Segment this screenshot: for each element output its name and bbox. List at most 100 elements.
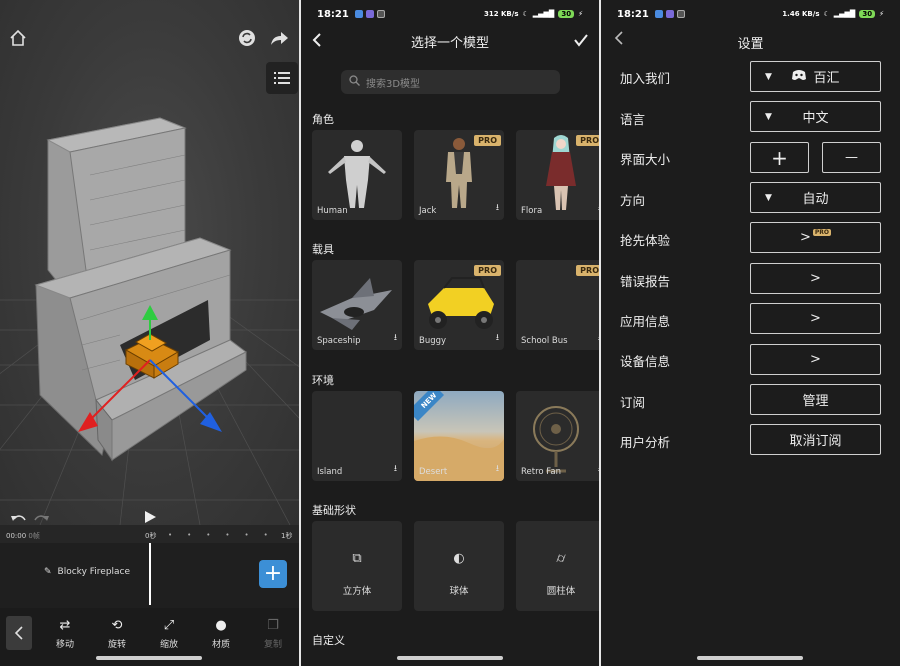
tool-scale[interactable]: ⤢ 缩放 bbox=[147, 618, 191, 650]
download-icon[interactable]: ⭳ bbox=[496, 330, 499, 346]
pro-badge: PRO bbox=[812, 229, 832, 236]
track-label: Blocky Fireplace bbox=[57, 567, 131, 577]
timeline-ticks: •••••• bbox=[168, 531, 283, 539]
status-right: 1.46 KB/s ☾ ▂▄▆█ 30 ⚡ bbox=[782, 10, 884, 18]
model-card-human[interactable]: Human bbox=[312, 130, 402, 220]
status-bar: 18:21 312 KB/s ☾ ▂▄▆█ 30 ⚡ bbox=[301, 0, 599, 28]
tool-move[interactable]: ⇄ 移动 bbox=[43, 618, 87, 650]
net-speed: 312 KB/s bbox=[483, 10, 519, 18]
tool-material[interactable]: ● 材质 bbox=[199, 618, 243, 650]
add-keyframe-button[interactable]: + bbox=[259, 560, 287, 588]
pro-badge: PRO bbox=[576, 135, 599, 146]
page-title: 设置 bbox=[737, 37, 764, 52]
dropdown-arrow-icon: ▼ bbox=[765, 192, 772, 203]
download-icon[interactable]: ⭳ bbox=[496, 461, 499, 477]
charging-icon: ⚡ bbox=[879, 10, 884, 18]
charging-icon: ⚡ bbox=[578, 10, 583, 18]
section-title: 角色 bbox=[312, 113, 334, 126]
net-speed: 1.46 KB/s bbox=[782, 10, 820, 18]
setting-label-device-info: 设备信息 bbox=[620, 354, 671, 369]
battery-icon: 30 bbox=[859, 10, 876, 18]
undo-icon[interactable] bbox=[6, 507, 30, 525]
rotate-icon: ⟲ bbox=[111, 618, 123, 633]
manage-subscription-button[interactable]: 管理 bbox=[750, 384, 881, 415]
moon-icon: ☾ bbox=[522, 10, 529, 18]
model-picker-panel: 18:21 312 KB/s ☾ ▂▄▆█ 30 ⚡ 选择一个模型 搜索3D模型… bbox=[301, 0, 599, 666]
setting-label-error-report: 错误报告 bbox=[620, 274, 671, 289]
section-title: 载具 bbox=[312, 243, 334, 256]
timeline-mark-1: 1秒 bbox=[281, 532, 293, 540]
menu-icon[interactable] bbox=[266, 62, 298, 94]
picker-header: 选择一个模型 bbox=[301, 30, 599, 52]
playhead[interactable] bbox=[149, 543, 151, 605]
model-card-buggy[interactable]: PRO Buggy ⭳ bbox=[414, 260, 504, 350]
section-title: 自定义 bbox=[312, 634, 345, 647]
plus-icon: + bbox=[771, 145, 788, 170]
orientation-select[interactable]: ▼ 自动 bbox=[750, 182, 881, 213]
setting-label-subscription: 订阅 bbox=[620, 395, 646, 410]
scale-icon: ⤢ bbox=[163, 618, 175, 633]
chevron-right-icon: > bbox=[810, 352, 821, 367]
status-right: 312 KB/s ☾ ▂▄▆█ 30 ⚡ bbox=[484, 10, 583, 18]
signal-icon: ▂▄▆█ bbox=[532, 10, 555, 18]
chevron-right-icon: > bbox=[810, 311, 821, 326]
confirm-check-icon[interactable] bbox=[573, 32, 589, 52]
shape-card-cylinder[interactable]: ⌭ 圆柱体 bbox=[516, 521, 599, 611]
model-card-desert[interactable]: NEW Desert ⭳ bbox=[414, 391, 504, 481]
notification-icons bbox=[654, 10, 685, 18]
search-input[interactable]: 搜索3D模型 bbox=[341, 70, 560, 94]
minus-icon: — bbox=[845, 150, 858, 165]
page-title: 选择一个模型 bbox=[410, 36, 489, 51]
back-icon[interactable] bbox=[311, 32, 323, 52]
download-icon[interactable]: ⭳ bbox=[394, 461, 397, 477]
status-bar: 18:21 1.46 KB/s ☾ ▂▄▆█ 30 ⚡ bbox=[601, 0, 900, 28]
model-card-jack[interactable]: PRO Jack ⭳ bbox=[414, 130, 504, 220]
play-icon[interactable] bbox=[138, 505, 162, 525]
share-icon[interactable] bbox=[268, 26, 292, 50]
model-card-school-bus[interactable]: PRO School Bus ⭳ bbox=[516, 260, 599, 350]
sync-icon[interactable] bbox=[235, 26, 259, 50]
discord-icon bbox=[791, 69, 807, 85]
home-icon[interactable] bbox=[6, 26, 30, 50]
redo-icon[interactable] bbox=[30, 507, 54, 525]
model-card-flora[interactable]: PRO Flora ⭳ bbox=[516, 130, 599, 220]
join-discord-button[interactable]: ▼ 百汇 bbox=[750, 61, 881, 92]
shape-card-cube[interactable]: ⧉ 立方体 bbox=[312, 521, 402, 611]
track-item[interactable]: ✎ Blocky Fireplace bbox=[44, 567, 130, 577]
setting-label-analytics: 用户分析 bbox=[620, 435, 671, 450]
3d-viewport[interactable] bbox=[0, 0, 299, 525]
tool-rotate[interactable]: ⟲ 旋转 bbox=[95, 618, 139, 650]
pro-badge: PRO bbox=[474, 135, 501, 146]
section-title: 环境 bbox=[312, 374, 334, 387]
shape-card-sphere[interactable]: ◐ 球体 bbox=[414, 521, 504, 611]
timeline-mark-0: 0秒 bbox=[145, 532, 157, 540]
editor-panel: 00:00 0帧 0秒 •••••• 1秒 ✎ Blocky Fireplace… bbox=[0, 0, 299, 666]
back-icon[interactable] bbox=[6, 616, 32, 650]
language-select[interactable]: ▼ 中文 bbox=[750, 101, 881, 132]
error-report-button[interactable]: > bbox=[750, 263, 881, 294]
fireplace-model[interactable] bbox=[34, 117, 247, 462]
download-icon[interactable]: ⭳ bbox=[496, 200, 499, 216]
early-access-button[interactable]: > PRO bbox=[750, 222, 881, 253]
move-icon: ⇄ bbox=[59, 618, 71, 633]
ground-grid bbox=[0, 117, 299, 525]
device-info-button[interactable]: > bbox=[750, 344, 881, 375]
download-icon[interactable]: ⭳ bbox=[394, 330, 397, 346]
model-card-island[interactable]: Island ⭳ bbox=[312, 391, 402, 481]
ui-size-increase-button[interactable]: + bbox=[750, 142, 809, 173]
setting-label-orientation: 方向 bbox=[620, 193, 646, 208]
chevron-right-icon: > bbox=[810, 271, 821, 286]
app-info-button[interactable]: > bbox=[750, 303, 881, 334]
status-time: 18:21 bbox=[617, 8, 649, 20]
model-card-spaceship[interactable]: Spaceship ⭳ bbox=[312, 260, 402, 350]
tool-copy[interactable]: ❐ 复制 bbox=[251, 618, 295, 650]
model-card-retro-fan[interactable]: Retro Fan ⭳ bbox=[516, 391, 599, 481]
home-indicator bbox=[96, 656, 202, 660]
notification-icons bbox=[354, 10, 385, 18]
dropdown-arrow-icon: ▼ bbox=[765, 71, 772, 82]
timeline-ruler[interactable]: 00:00 0帧 0秒 •••••• 1秒 bbox=[0, 525, 299, 543]
battery-icon: 30 bbox=[558, 10, 575, 18]
cylinder-icon: ⌭ bbox=[556, 551, 566, 566]
ui-size-decrease-button[interactable]: — bbox=[822, 142, 881, 173]
unsubscribe-analytics-button[interactable]: 取消订阅 bbox=[750, 424, 881, 455]
